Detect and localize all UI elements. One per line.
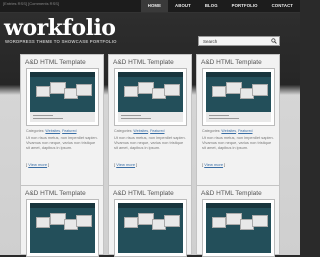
category-link[interactable]: Featured: [150, 129, 164, 133]
card-thumbnail[interactable]: [26, 199, 99, 257]
view-more-link[interactable]: [ View more ]: [202, 162, 225, 167]
category-link[interactable]: Featured: [238, 129, 252, 133]
thumbnail-image: [206, 203, 271, 253]
nav-item-blog[interactable]: BLOG: [198, 0, 225, 12]
card-thumbnail[interactable]: [202, 68, 275, 126]
category-link[interactable]: Websites: [221, 129, 236, 133]
portfolio-card: A&D HTML Template: [196, 185, 280, 257]
card-excerpt: Ut non risus metus, non imperdiet sapien…: [114, 135, 186, 150]
card-thumbnail[interactable]: [114, 68, 187, 126]
site-logo[interactable]: workfolio: [4, 15, 116, 41]
thumbnail-image: [206, 72, 271, 122]
card-title[interactable]: A&D HTML Template: [201, 190, 262, 197]
nav-item-home[interactable]: HOME: [140, 0, 169, 12]
site-tagline: WORDPRESS THEME TO SHOWCASE PORTFOLIO: [5, 39, 117, 44]
main-nav: HOME ABOUT BLOG PORTFOLIO CONTACT: [140, 0, 300, 12]
thumbnail-image: [30, 72, 95, 122]
search-input[interactable]: Search: [198, 36, 280, 46]
category-link[interactable]: Featured: [62, 129, 76, 133]
card-title[interactable]: A&D HTML Template: [113, 190, 174, 197]
categories-label: Categories:: [114, 129, 133, 133]
view-more-link[interactable]: [ View more ]: [26, 162, 49, 167]
nav-item-portfolio[interactable]: PORTFOLIO: [225, 0, 265, 12]
card-thumbnail[interactable]: [26, 68, 99, 126]
thumbnail-image: [30, 203, 95, 253]
portfolio-card: A&D HTML Template Categories: Websites, …: [196, 54, 280, 206]
rss-links[interactable]: [Entries RSS] [Comments RSS]: [3, 1, 59, 6]
top-bar: [Entries RSS] [Comments RSS] HOME ABOUT …: [0, 0, 300, 13]
card-title[interactable]: A&D HTML Template: [25, 190, 86, 197]
card-thumbnail[interactable]: [114, 199, 187, 257]
card-categories: Categories: Websites, Featured: [202, 129, 253, 133]
category-link[interactable]: Websites: [45, 129, 60, 133]
category-link[interactable]: Websites: [133, 129, 148, 133]
card-thumbnail[interactable]: [202, 199, 275, 257]
card-categories: Categories: Websites, Featured: [114, 129, 165, 133]
card-excerpt: Ut non risus metus, non imperdiet sapien…: [202, 135, 274, 150]
search-icon[interactable]: [271, 38, 277, 44]
card-categories: Categories: Websites, Featured: [26, 129, 77, 133]
view-more-link[interactable]: [ View more ]: [114, 162, 137, 167]
card-title[interactable]: A&D HTML Template: [201, 59, 262, 66]
portfolio-card: A&D HTML Template: [20, 185, 104, 257]
card-title[interactable]: A&D HTML Template: [25, 59, 86, 66]
categories-label: Categories:: [26, 129, 45, 133]
card-excerpt: Ut non risus metus, non imperdiet sapien…: [26, 135, 98, 150]
categories-label: Categories:: [202, 129, 221, 133]
search-label: Search: [203, 39, 218, 44]
thumbnail-image: [118, 203, 183, 253]
portfolio-card: A&D HTML Template Categories: Websites, …: [20, 54, 104, 206]
thumbnail-image: [118, 72, 183, 122]
nav-item-contact[interactable]: CONTACT: [265, 0, 300, 12]
card-title[interactable]: A&D HTML Template: [113, 59, 174, 66]
nav-item-about[interactable]: ABOUT: [168, 0, 198, 12]
portfolio-card: A&D HTML Template: [108, 185, 192, 257]
portfolio-card: A&D HTML Template Categories: Websites, …: [108, 54, 192, 206]
portfolio-grid: A&D HTML Template Categories: Websites, …: [0, 54, 300, 257]
